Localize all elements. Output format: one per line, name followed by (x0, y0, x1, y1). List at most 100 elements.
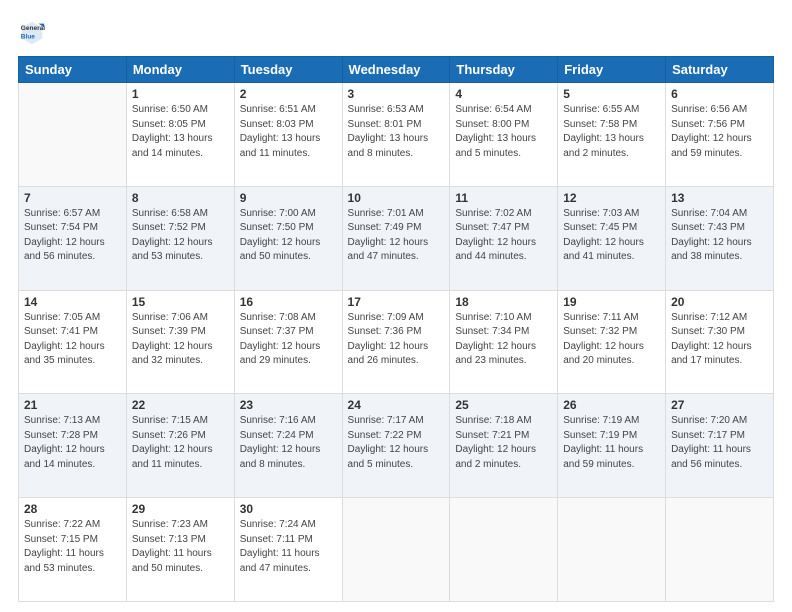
day-info: Sunrise: 7:12 AMSunset: 7:30 PMDaylight:… (671, 311, 768, 369)
day-number: 11 (455, 191, 552, 205)
day-info: Sunrise: 7:06 AMSunset: 7:39 PMDaylight:… (132, 311, 229, 369)
calendar-day-cell: 24 Sunrise: 7:17 AMSunset: 7:22 PMDayligh… (342, 394, 450, 498)
day-number: 14 (24, 295, 121, 309)
day-info: Sunrise: 7:04 AMSunset: 7:43 PMDaylight:… (671, 207, 768, 265)
day-info: Sunrise: 7:00 AMSunset: 7:50 PMDaylight:… (240, 207, 337, 265)
calendar-week-row: 28 Sunrise: 7:22 AMSunset: 7:15 PMDayligh… (19, 498, 774, 602)
day-number: 2 (240, 87, 337, 101)
day-number: 3 (348, 87, 445, 101)
calendar-col-monday: Monday (126, 57, 234, 83)
calendar-day-cell: 2 Sunrise: 6:51 AMSunset: 8:03 PMDaylight… (234, 83, 342, 187)
day-number: 20 (671, 295, 768, 309)
logo-icon: General Blue (18, 18, 46, 46)
day-info: Sunrise: 7:05 AMSunset: 7:41 PMDaylight:… (24, 311, 121, 369)
calendar-day-cell: 3 Sunrise: 6:53 AMSunset: 8:01 PMDaylight… (342, 83, 450, 187)
day-info: Sunrise: 6:56 AMSunset: 7:56 PMDaylight:… (671, 103, 768, 161)
day-info: Sunrise: 7:11 AMSunset: 7:32 PMDaylight:… (563, 311, 660, 369)
day-number: 22 (132, 398, 229, 412)
day-info: Sunrise: 7:08 AMSunset: 7:37 PMDaylight:… (240, 311, 337, 369)
day-number: 10 (348, 191, 445, 205)
calendar-day-cell: 28 Sunrise: 7:22 AMSunset: 7:15 PMDayligh… (19, 498, 127, 602)
calendar-day-cell: 25 Sunrise: 7:18 AMSunset: 7:21 PMDayligh… (450, 394, 558, 498)
calendar-day-cell: 6 Sunrise: 6:56 AMSunset: 7:56 PMDaylight… (666, 83, 774, 187)
calendar-col-sunday: Sunday (19, 57, 127, 83)
calendar-day-cell (558, 498, 666, 602)
calendar-day-cell: 9 Sunrise: 7:00 AMSunset: 7:50 PMDaylight… (234, 186, 342, 290)
day-info: Sunrise: 7:09 AMSunset: 7:36 PMDaylight:… (348, 311, 445, 369)
calendar-week-row: 1Sunrise: 6:50 AMSunset: 8:05 PMDaylight… (19, 83, 774, 187)
day-number: 26 (563, 398, 660, 412)
day-number: 30 (240, 502, 337, 516)
day-number: 23 (240, 398, 337, 412)
day-number: 24 (348, 398, 445, 412)
calendar-day-cell: 17 Sunrise: 7:09 AMSunset: 7:36 PMDayligh… (342, 290, 450, 394)
calendar-day-cell: 4Sunrise: 6:54 AMSunset: 8:00 PMDaylight… (450, 83, 558, 187)
calendar-day-cell: 16 Sunrise: 7:08 AMSunset: 7:37 PMDayligh… (234, 290, 342, 394)
day-number: 18 (455, 295, 552, 309)
calendar-day-cell (19, 83, 127, 187)
calendar-day-cell: 20 Sunrise: 7:12 AMSunset: 7:30 PMDayligh… (666, 290, 774, 394)
day-info: Sunrise: 6:57 AMSunset: 7:54 PMDaylight:… (24, 207, 121, 265)
day-number: 29 (132, 502, 229, 516)
calendar-day-cell: 18 Sunrise: 7:10 AMSunset: 7:34 PMDayligh… (450, 290, 558, 394)
svg-text:Blue: Blue (21, 34, 35, 41)
calendar-day-cell: 8Sunrise: 6:58 AMSunset: 7:52 PMDaylight… (126, 186, 234, 290)
day-info: Sunrise: 7:23 AMSunset: 7:13 PMDaylight:… (132, 518, 229, 576)
calendar-day-cell: 30 Sunrise: 7:24 AMSunset: 7:11 PMDayligh… (234, 498, 342, 602)
day-number: 13 (671, 191, 768, 205)
calendar-week-row: 14 Sunrise: 7:05 AMSunset: 7:41 PMDayligh… (19, 290, 774, 394)
day-info: Sunrise: 7:24 AMSunset: 7:11 PMDaylight:… (240, 518, 337, 576)
day-number: 28 (24, 502, 121, 516)
day-info: Sunrise: 7:20 AMSunset: 7:17 PMDaylight:… (671, 414, 768, 472)
day-number: 1 (132, 87, 229, 101)
calendar-week-row: 21Sunrise: 7:13 AMSunset: 7:28 PMDayligh… (19, 394, 774, 498)
calendar-week-row: 7 Sunrise: 6:57 AMSunset: 7:54 PMDaylight… (19, 186, 774, 290)
day-number: 16 (240, 295, 337, 309)
day-info: Sunrise: 6:55 AMSunset: 7:58 PMDaylight:… (563, 103, 660, 161)
day-info: Sunrise: 7:10 AMSunset: 7:34 PMDaylight:… (455, 311, 552, 369)
calendar-day-cell (342, 498, 450, 602)
page: General Blue SundayMondayTuesdayWednesda… (0, 0, 792, 612)
calendar-day-cell: 23 Sunrise: 7:16 AMSunset: 7:24 PMDayligh… (234, 394, 342, 498)
calendar-col-friday: Friday (558, 57, 666, 83)
calendar-day-cell: 11 Sunrise: 7:02 AMSunset: 7:47 PMDayligh… (450, 186, 558, 290)
calendar-day-cell: 10 Sunrise: 7:01 AMSunset: 7:49 PMDayligh… (342, 186, 450, 290)
day-info: Sunrise: 6:54 AMSunset: 8:00 PMDaylight:… (455, 103, 552, 161)
day-number: 6 (671, 87, 768, 101)
day-info: Sunrise: 7:01 AMSunset: 7:49 PMDaylight:… (348, 207, 445, 265)
svg-text:General: General (21, 25, 45, 32)
calendar-table: SundayMondayTuesdayWednesdayThursdayFrid… (18, 56, 774, 602)
day-info: Sunrise: 7:17 AMSunset: 7:22 PMDaylight:… (348, 414, 445, 472)
calendar-day-cell: 27 Sunrise: 7:20 AMSunset: 7:17 PMDayligh… (666, 394, 774, 498)
calendar-day-cell: 26 Sunrise: 7:19 AMSunset: 7:19 PMDayligh… (558, 394, 666, 498)
calendar-day-cell: 15Sunrise: 7:06 AMSunset: 7:39 PMDayligh… (126, 290, 234, 394)
calendar-day-cell: 5Sunrise: 6:55 AMSunset: 7:58 PMDaylight… (558, 83, 666, 187)
calendar-day-cell: 12Sunrise: 7:03 AMSunset: 7:45 PMDayligh… (558, 186, 666, 290)
header: General Blue (18, 18, 774, 46)
calendar-day-cell (450, 498, 558, 602)
day-number: 17 (348, 295, 445, 309)
calendar-day-cell: 21Sunrise: 7:13 AMSunset: 7:28 PMDayligh… (19, 394, 127, 498)
day-info: Sunrise: 7:02 AMSunset: 7:47 PMDaylight:… (455, 207, 552, 265)
calendar-day-cell: 1Sunrise: 6:50 AMSunset: 8:05 PMDaylight… (126, 83, 234, 187)
day-number: 7 (24, 191, 121, 205)
calendar-day-cell: 19Sunrise: 7:11 AMSunset: 7:32 PMDayligh… (558, 290, 666, 394)
day-info: Sunrise: 7:13 AMSunset: 7:28 PMDaylight:… (24, 414, 121, 472)
day-info: Sunrise: 6:51 AMSunset: 8:03 PMDaylight:… (240, 103, 337, 161)
day-number: 8 (132, 191, 229, 205)
logo: General Blue (18, 18, 50, 46)
calendar-col-tuesday: Tuesday (234, 57, 342, 83)
calendar-day-cell: 14 Sunrise: 7:05 AMSunset: 7:41 PMDayligh… (19, 290, 127, 394)
calendar-day-cell (666, 498, 774, 602)
calendar-day-cell: 7 Sunrise: 6:57 AMSunset: 7:54 PMDaylight… (19, 186, 127, 290)
day-info: Sunrise: 7:16 AMSunset: 7:24 PMDaylight:… (240, 414, 337, 472)
day-info: Sunrise: 7:18 AMSunset: 7:21 PMDaylight:… (455, 414, 552, 472)
calendar-header-row: SundayMondayTuesdayWednesdayThursdayFrid… (19, 57, 774, 83)
day-info: Sunrise: 7:15 AMSunset: 7:26 PMDaylight:… (132, 414, 229, 472)
day-info: Sunrise: 7:19 AMSunset: 7:19 PMDaylight:… (563, 414, 660, 472)
day-number: 25 (455, 398, 552, 412)
day-number: 27 (671, 398, 768, 412)
day-info: Sunrise: 6:53 AMSunset: 8:01 PMDaylight:… (348, 103, 445, 161)
day-number: 9 (240, 191, 337, 205)
day-info: Sunrise: 7:22 AMSunset: 7:15 PMDaylight:… (24, 518, 121, 576)
